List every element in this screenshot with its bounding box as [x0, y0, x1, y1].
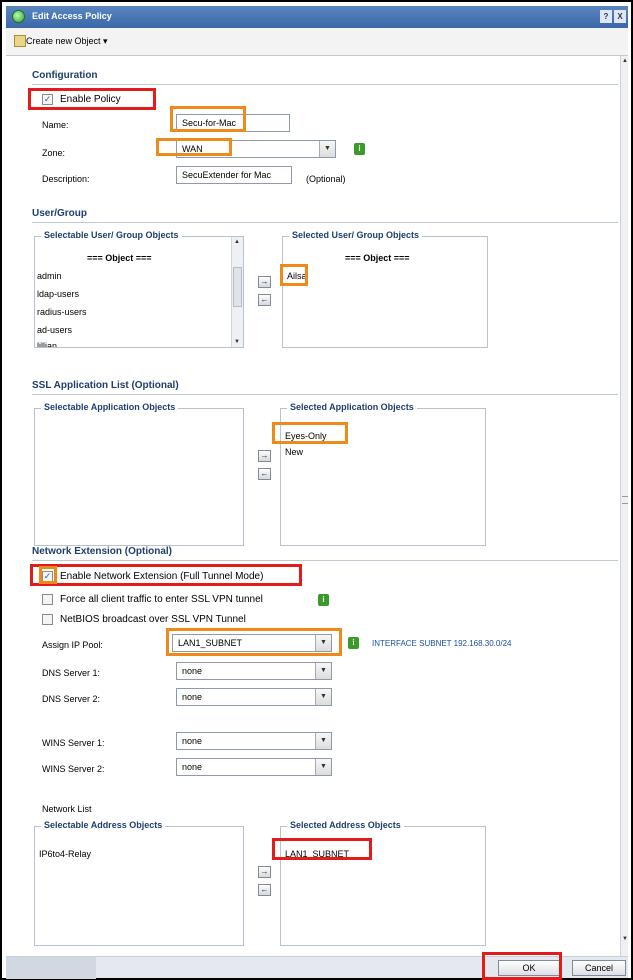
wins1-select[interactable]: none ▼: [176, 732, 332, 750]
toolbar: Create new Object ▾: [6, 28, 628, 56]
info-icon[interactable]: i: [318, 594, 329, 606]
list-item[interactable]: admin: [37, 271, 62, 281]
highlight-ailsa: [280, 264, 308, 286]
move-right-button[interactable]: →: [258, 276, 271, 288]
selectable-application-title: Selectable Application Objects: [41, 402, 179, 412]
network-list-label: Network List: [42, 804, 92, 814]
chevron-down-icon[interactable]: ▼: [319, 141, 335, 157]
selected-address-title: Selected Address Objects: [287, 820, 404, 830]
name-label: Name:: [42, 120, 69, 130]
create-new-object-menu[interactable]: Create new Object ▾: [26, 36, 108, 47]
highlight-enable-network-extension-checkbox: [39, 566, 57, 584]
highlight-enable-network-extension: [30, 564, 302, 586]
chevron-down-icon[interactable]: ▼: [315, 689, 331, 705]
highlight-zone: [156, 138, 232, 156]
info-icon[interactable]: i: [348, 637, 359, 649]
section-divider: [32, 560, 618, 561]
dialog-titlebar: Edit Access Policy ? X: [6, 6, 628, 28]
chevron-down-icon[interactable]: ▼: [315, 759, 331, 775]
highlight-ip-pool: [166, 628, 342, 656]
selectable-address-title: Selectable Address Objects: [41, 820, 166, 830]
wins1-value: none: [182, 736, 203, 746]
move-left-button[interactable]: ←: [258, 884, 271, 896]
create-object-icon: [14, 35, 26, 47]
section-network-extension-title: Network Extension (Optional): [32, 546, 173, 557]
info-icon[interactable]: i: [354, 143, 365, 155]
scroll-thumb[interactable]: [233, 267, 242, 307]
list-item[interactable]: ad-users: [37, 325, 72, 335]
dialog-title: Edit Access Policy: [32, 11, 112, 21]
dialog-scrollbar[interactable]: ▲ ▼: [620, 56, 628, 956]
netbios-label: NetBIOS broadcast over SSL VPN Tunnel: [60, 614, 246, 625]
list-header: === Object ===: [87, 253, 152, 263]
list-item[interactable]: lillian: [37, 341, 57, 347]
section-divider: [32, 84, 618, 85]
selected-user-group-list[interactable]: Selected User/ Group Objects === Object …: [282, 230, 488, 348]
selectable-user-group-title: Selectable User/ Group Objects: [41, 230, 182, 240]
netbios-checkbox[interactable]: [42, 614, 53, 625]
selectable-application-list[interactable]: Selectable Application Objects: [34, 402, 244, 546]
force-tunnel-label: Force all client traffic to enter SSL VP…: [60, 594, 263, 605]
list-header: === Object ===: [345, 253, 410, 263]
selectable-user-group-list[interactable]: Selectable User/ Group Objects === Objec…: [34, 230, 244, 348]
selected-application-title: Selected Application Objects: [287, 402, 417, 412]
section-user-group-title: User/Group: [32, 208, 88, 219]
list-item[interactable]: ldap-users: [37, 289, 79, 299]
scroll-grip-icon[interactable]: [622, 496, 628, 504]
interface-subnet-link[interactable]: INTERFACE SUBNET 192.168.30.0/24: [372, 639, 511, 648]
selected-user-group-title: Selected User/ Group Objects: [289, 230, 423, 240]
list-item[interactable]: IP6to4-Relay: [39, 849, 91, 859]
wins1-label: WINS Server 1:: [42, 738, 105, 748]
chevron-down-icon[interactable]: ▼: [315, 663, 331, 679]
dns2-value: none: [182, 692, 203, 702]
wins2-select[interactable]: none ▼: [176, 758, 332, 776]
footer-left-panel: [6, 957, 96, 979]
section-divider: [32, 394, 618, 395]
move-left-button[interactable]: ←: [258, 294, 271, 306]
list-item[interactable]: New: [285, 447, 303, 457]
highlight-lan1-subnet: [272, 838, 372, 860]
description-label: Description:: [42, 174, 90, 184]
close-button[interactable]: X: [614, 10, 626, 23]
selectable-address-list[interactable]: Selectable Address Objects IP6to4-Relay: [34, 820, 244, 946]
section-ssl-app-title: SSL Application List (Optional): [32, 380, 179, 391]
policy-icon: [12, 10, 25, 23]
wins2-label: WINS Server 2:: [42, 764, 105, 774]
section-divider: [32, 222, 618, 223]
highlight-name: [170, 106, 246, 132]
dns1-label: DNS Server 1:: [42, 668, 101, 678]
dns1-select[interactable]: none ▼: [176, 662, 332, 680]
force-tunnel-checkbox[interactable]: [42, 594, 53, 605]
dns1-value: none: [182, 666, 203, 676]
wins2-value: none: [182, 762, 203, 772]
section-configuration-title: Configuration: [32, 70, 98, 81]
zone-label: Zone:: [42, 148, 66, 158]
dialog-content: Configuration ✓ Enable Policy Name: Secu…: [6, 56, 622, 956]
cancel-button[interactable]: Cancel: [572, 960, 626, 976]
move-right-button[interactable]: →: [258, 450, 271, 462]
highlight-ok: [482, 952, 562, 980]
list-scrollbar[interactable]: ▲ ▼: [231, 237, 243, 347]
scroll-down-icon[interactable]: ▼: [234, 339, 240, 345]
dns2-label: DNS Server 2:: [42, 694, 101, 704]
scroll-up-icon[interactable]: ▲: [234, 239, 240, 245]
chevron-down-icon[interactable]: ▼: [315, 733, 331, 749]
description-field[interactable]: SecuExtender for Mac: [176, 166, 292, 184]
highlight-eyes-only: [272, 422, 348, 444]
optional-label: (Optional): [306, 174, 346, 184]
dns2-select[interactable]: none ▼: [176, 688, 332, 706]
move-left-button[interactable]: ←: [258, 468, 271, 480]
ip-pool-label: Assign IP Pool:: [42, 640, 103, 650]
help-button[interactable]: ?: [600, 10, 612, 23]
highlight-enable-policy: [28, 88, 156, 110]
move-right-button[interactable]: →: [258, 866, 271, 878]
list-item[interactable]: radius-users: [37, 307, 87, 317]
scroll-down-icon[interactable]: ▼: [622, 936, 628, 942]
scroll-up-icon[interactable]: ▲: [622, 58, 628, 64]
